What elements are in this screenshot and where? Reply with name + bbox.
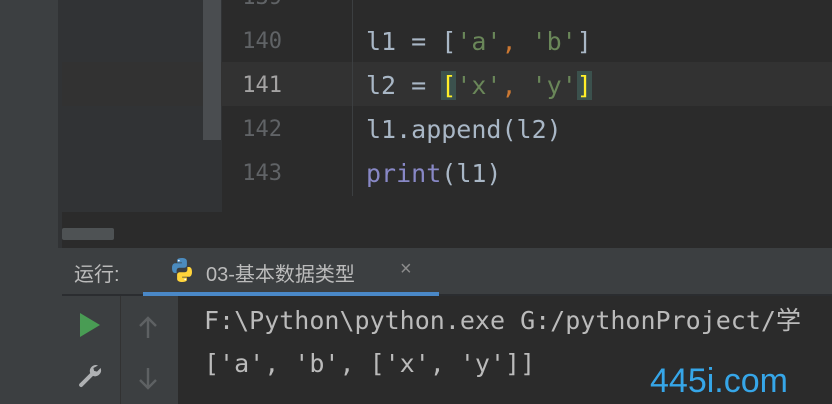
- code-line-141[interactable]: l2 = ['x', 'y']: [366, 64, 592, 108]
- line-number: 142: [242, 117, 282, 142]
- line-number: 140: [242, 29, 282, 54]
- line-number: 143: [242, 161, 282, 186]
- console-line: ['a', 'b', ['x', 'y']]: [204, 349, 536, 378]
- run-left-strip: [0, 248, 62, 404]
- run-panel-title: 运行:: [74, 264, 120, 286]
- close-icon[interactable]: ×: [400, 258, 412, 281]
- code-token: print: [366, 159, 442, 188]
- code-token: 'y': [531, 71, 577, 100]
- code-line-142[interactable]: l1.append(l2): [366, 108, 562, 152]
- code-token: ,: [501, 71, 532, 100]
- editor-gutter: [62, 0, 222, 212]
- code-token: 'a': [456, 27, 502, 56]
- arrow-up-icon[interactable]: [134, 314, 162, 342]
- bracket-match: ]: [576, 71, 592, 100]
- python-icon: [172, 258, 192, 282]
- editor-scrollbar[interactable]: [203, 0, 221, 140]
- code-token: l1 = [: [366, 27, 457, 56]
- code-token: l2 =: [366, 71, 442, 100]
- run-icon[interactable]: [80, 313, 100, 337]
- line-number-current: 141: [242, 73, 282, 98]
- code-token: 'x': [456, 71, 502, 100]
- bracket-match: [: [441, 71, 457, 100]
- code-token: ]: [576, 27, 592, 56]
- code-token: 'b': [531, 27, 577, 56]
- horizontal-scrollbar-thumb[interactable]: [62, 228, 114, 240]
- arrow-down-icon[interactable]: [134, 364, 162, 392]
- run-tab-label: 03-基本数据类型: [206, 264, 355, 286]
- watermark: 445i.com: [650, 362, 788, 400]
- code-line-143[interactable]: print(l1): [366, 152, 501, 196]
- line-number: 139: [222, 0, 282, 20]
- horizontal-scrollbar[interactable]: [62, 226, 832, 242]
- wrench-icon[interactable]: [76, 362, 104, 390]
- project-tool-strip: [0, 0, 58, 248]
- code-token: (l1): [441, 159, 502, 188]
- code-token: ,: [501, 27, 532, 56]
- code-line-140[interactable]: l1 = ['a', 'b']: [366, 20, 592, 64]
- console-line: F:\Python\python.exe G:/pythonProject/学: [204, 306, 801, 335]
- gutter-separator: [352, 0, 353, 196]
